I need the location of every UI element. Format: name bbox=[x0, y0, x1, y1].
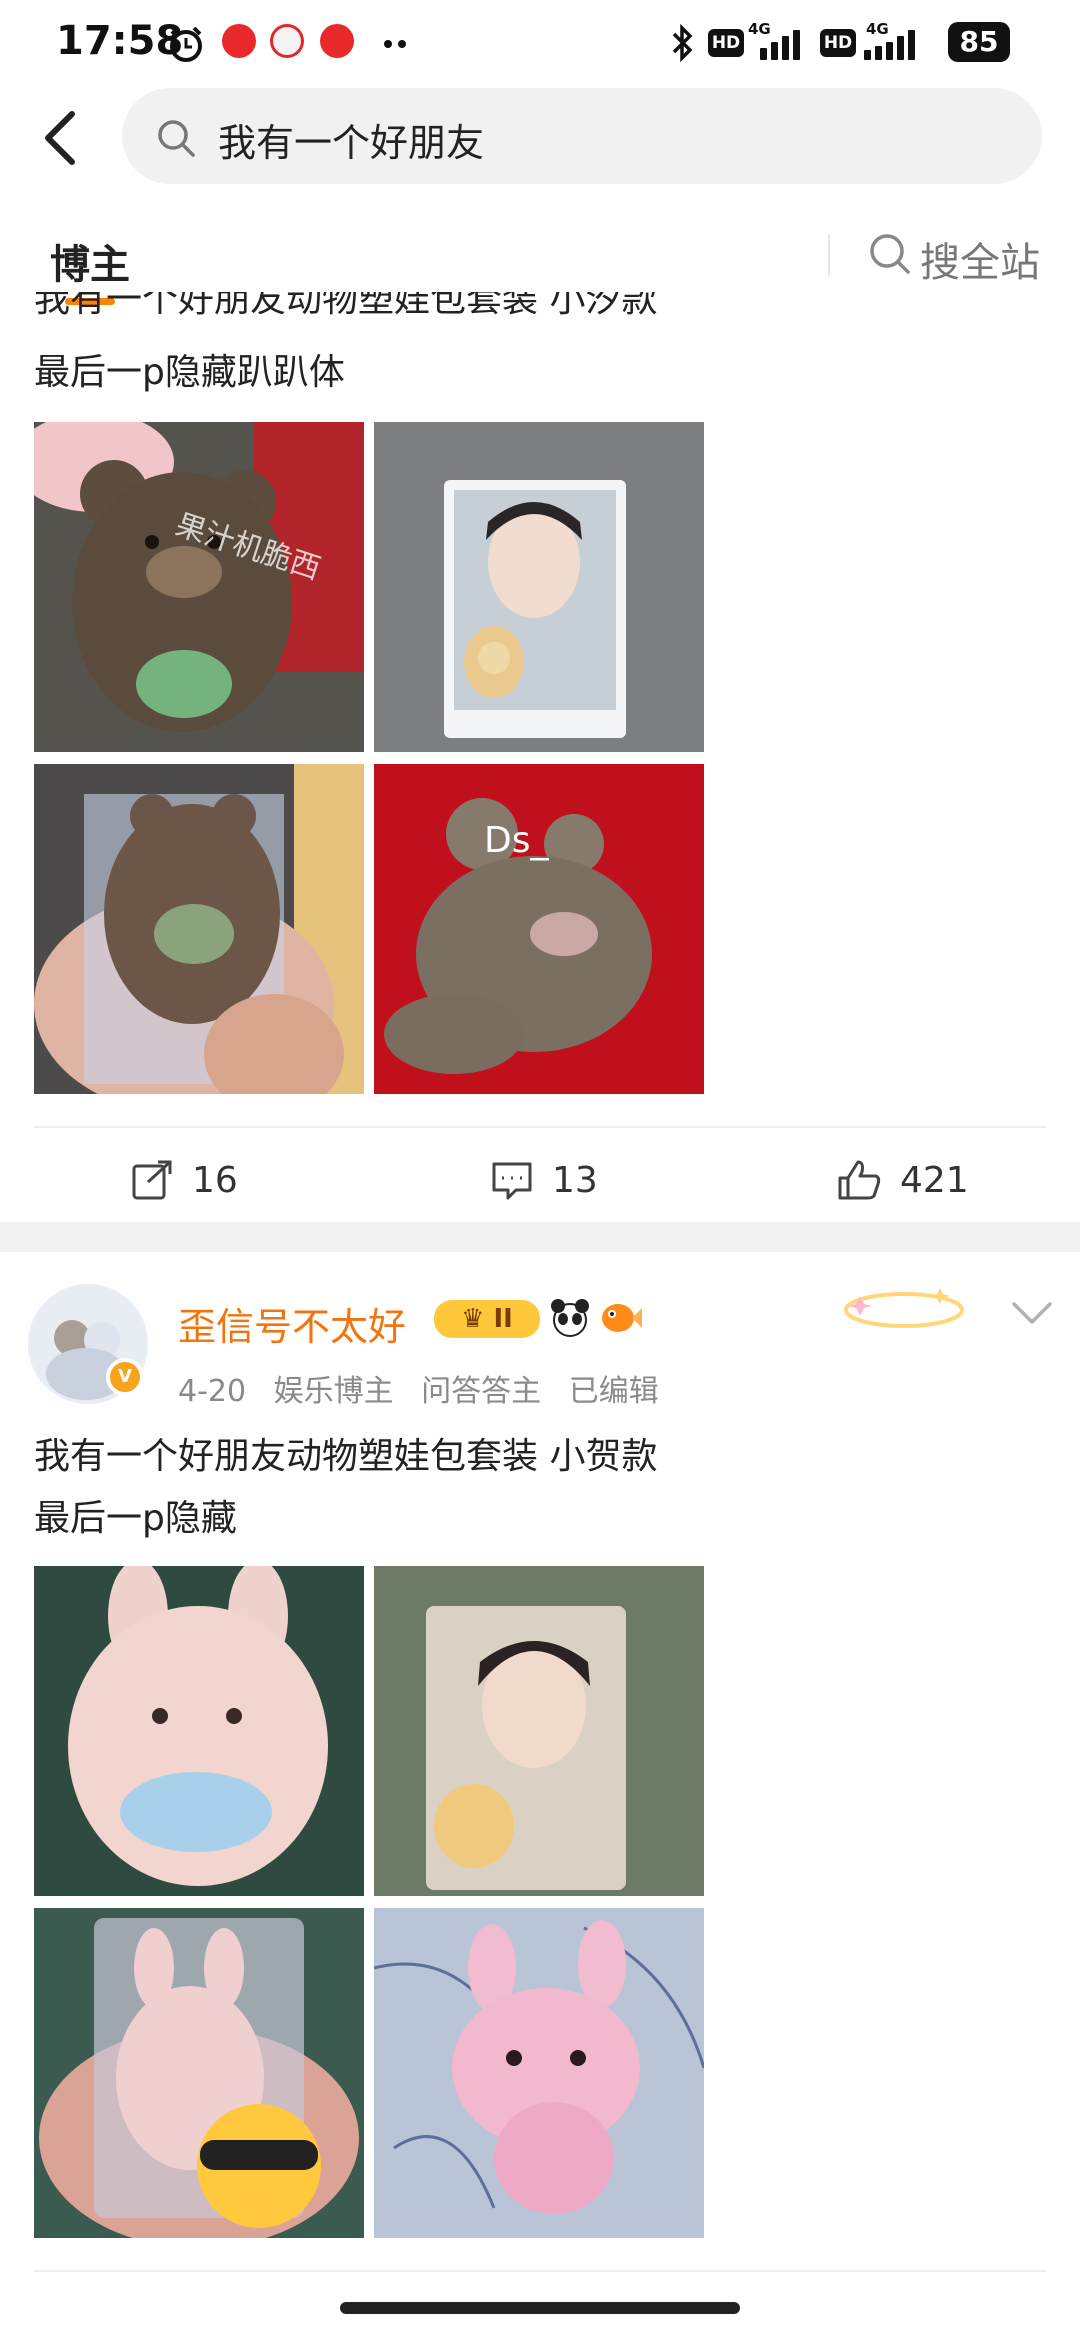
signal-icon bbox=[760, 28, 800, 60]
crown-icon: ♛ bbox=[461, 1304, 485, 1334]
tab-bloggers[interactable]: 博主 bbox=[50, 232, 130, 290]
status-bar: 17:58 HD 4G HD 4G 85 bbox=[0, 0, 1080, 86]
like-button[interactable]: 421 bbox=[836, 1150, 969, 1210]
user-tag: 问答答主 bbox=[421, 1374, 542, 1409]
post-photo[interactable] bbox=[34, 764, 364, 1094]
comment-count: 13 bbox=[552, 1159, 598, 1201]
search-icon bbox=[870, 234, 910, 274]
decoration-stars-icon bbox=[844, 1288, 964, 1328]
post-text-cut: 我有一个好朋友动物塑娃包套装 小汐款 bbox=[34, 292, 658, 320]
search-bar[interactable]: 我有一个好朋友 bbox=[122, 88, 1042, 184]
repost-icon bbox=[132, 1160, 172, 1200]
verified-badge: V bbox=[106, 1358, 144, 1396]
post-text: 我有一个好朋友动物塑娃包套装 小贺款 bbox=[34, 1436, 658, 1477]
bluetooth-icon bbox=[672, 23, 693, 63]
post-meta: 4-20 娱乐博主 问答答主 已编辑 bbox=[178, 1366, 677, 1410]
comment-button[interactable]: 13 bbox=[490, 1150, 598, 1210]
hd-icon: HD bbox=[820, 29, 856, 57]
post-photo[interactable] bbox=[374, 422, 704, 752]
weibo-app-icon bbox=[270, 24, 304, 58]
post-photo[interactable] bbox=[374, 1566, 704, 1896]
thumbs-up-icon bbox=[838, 1160, 881, 1200]
edited-label: 已编辑 bbox=[568, 1374, 659, 1409]
home-indicator[interactable] bbox=[340, 2302, 740, 2314]
username[interactable]: 歪信号不太好 bbox=[178, 1296, 406, 1351]
repost-count: 16 bbox=[192, 1159, 238, 1201]
post-photo[interactable] bbox=[34, 1566, 364, 1896]
comment-icon bbox=[492, 1162, 532, 1200]
repost-button[interactable]: 16 bbox=[130, 1150, 238, 1210]
more-dot-icon bbox=[384, 40, 392, 48]
level-badge: ♛ II bbox=[434, 1300, 540, 1338]
tab-divider bbox=[828, 234, 830, 276]
divider bbox=[34, 2270, 1046, 2272]
taobao-app-icon bbox=[222, 24, 256, 58]
search-query[interactable]: 我有一个好朋友 bbox=[218, 112, 484, 167]
status-time: 17:58 bbox=[56, 18, 184, 64]
user-tag: 娱乐博主 bbox=[273, 1374, 394, 1409]
watermark: Ds_ bbox=[484, 820, 549, 861]
divider bbox=[34, 1126, 1046, 1128]
back-arrow-icon[interactable] bbox=[38, 108, 88, 168]
chevron-down-icon[interactable] bbox=[1010, 1298, 1054, 1328]
post-date: 4-20 bbox=[178, 1374, 247, 1409]
fish-icon bbox=[602, 1304, 642, 1332]
like-count: 421 bbox=[900, 1159, 969, 1201]
weibo-notification-icon bbox=[320, 24, 354, 58]
more-dot-icon bbox=[398, 40, 406, 48]
signal-icon bbox=[864, 28, 915, 60]
panda-icon bbox=[551, 1299, 589, 1337]
hd-icon: HD bbox=[708, 29, 744, 57]
search-icon bbox=[158, 120, 195, 157]
post-photo[interactable] bbox=[34, 1908, 364, 2238]
alarm-icon bbox=[170, 26, 202, 62]
post-photo[interactable]: Ds_ bbox=[374, 764, 704, 1094]
battery-indicator: 85 bbox=[948, 22, 1010, 62]
post-text: 最后一p隐藏 bbox=[34, 1498, 237, 1539]
post-photo[interactable]: 果汁机脆西 bbox=[34, 422, 364, 752]
post-text: 最后一p隐藏趴趴体 bbox=[34, 352, 345, 393]
post-separator bbox=[0, 1222, 1080, 1252]
post-photo[interactable] bbox=[374, 1908, 704, 2238]
search-all-site-button[interactable]: 搜全站 bbox=[920, 230, 1040, 288]
